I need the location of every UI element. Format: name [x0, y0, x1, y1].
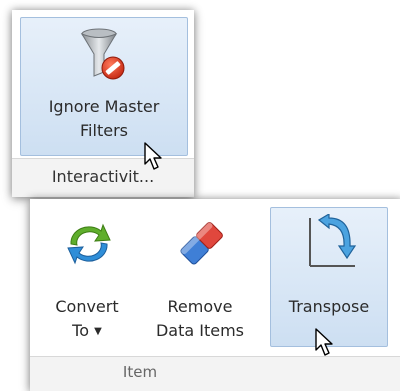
remove-data-items-label-line1: Remove — [167, 297, 233, 316]
circular-arrows-icon — [67, 223, 111, 265]
mouse-pointer-icon — [144, 142, 162, 170]
transpose-button[interactable]: Transpose — [270, 207, 388, 356]
ignore-master-filters-label-line1: Ignore Master — [48, 97, 160, 116]
mouse-pointer-icon — [315, 328, 333, 356]
transpose-arrow-icon — [309, 214, 357, 267]
convert-to-label-line1: Convert — [55, 297, 119, 316]
interactivity-panel: Ignore Master Filters Interactivit... — [12, 10, 194, 197]
convert-to-label-line2: To ▼ — [37, 320, 137, 343]
eraser-icon — [180, 222, 223, 265]
ignore-master-filters-button[interactable]: Ignore Master Filters — [20, 17, 188, 156]
convert-to-label-text: To — [72, 321, 90, 340]
funnel-no-entry-icon — [80, 28, 125, 80]
remove-data-items-label-line2: Data Items — [155, 321, 245, 340]
item-group-bar: Item — [30, 356, 400, 391]
item-panel: Convert To ▼ Remove Data Items Transpose — [30, 199, 400, 391]
transpose-label: Transpose — [288, 297, 370, 316]
ignore-master-filters-label-line2: Filters — [80, 121, 128, 140]
remove-data-items-button[interactable]: Remove Data Items — [142, 207, 258, 347]
group-label-interactivity: Interactivit... — [51, 167, 155, 186]
chevron-down-icon: ▼ — [94, 326, 102, 337]
convert-to-button[interactable]: Convert To ▼ — [36, 207, 138, 347]
group-label-item: Item — [122, 363, 158, 381]
interactivity-group-bar: Interactivit... — [12, 158, 194, 197]
